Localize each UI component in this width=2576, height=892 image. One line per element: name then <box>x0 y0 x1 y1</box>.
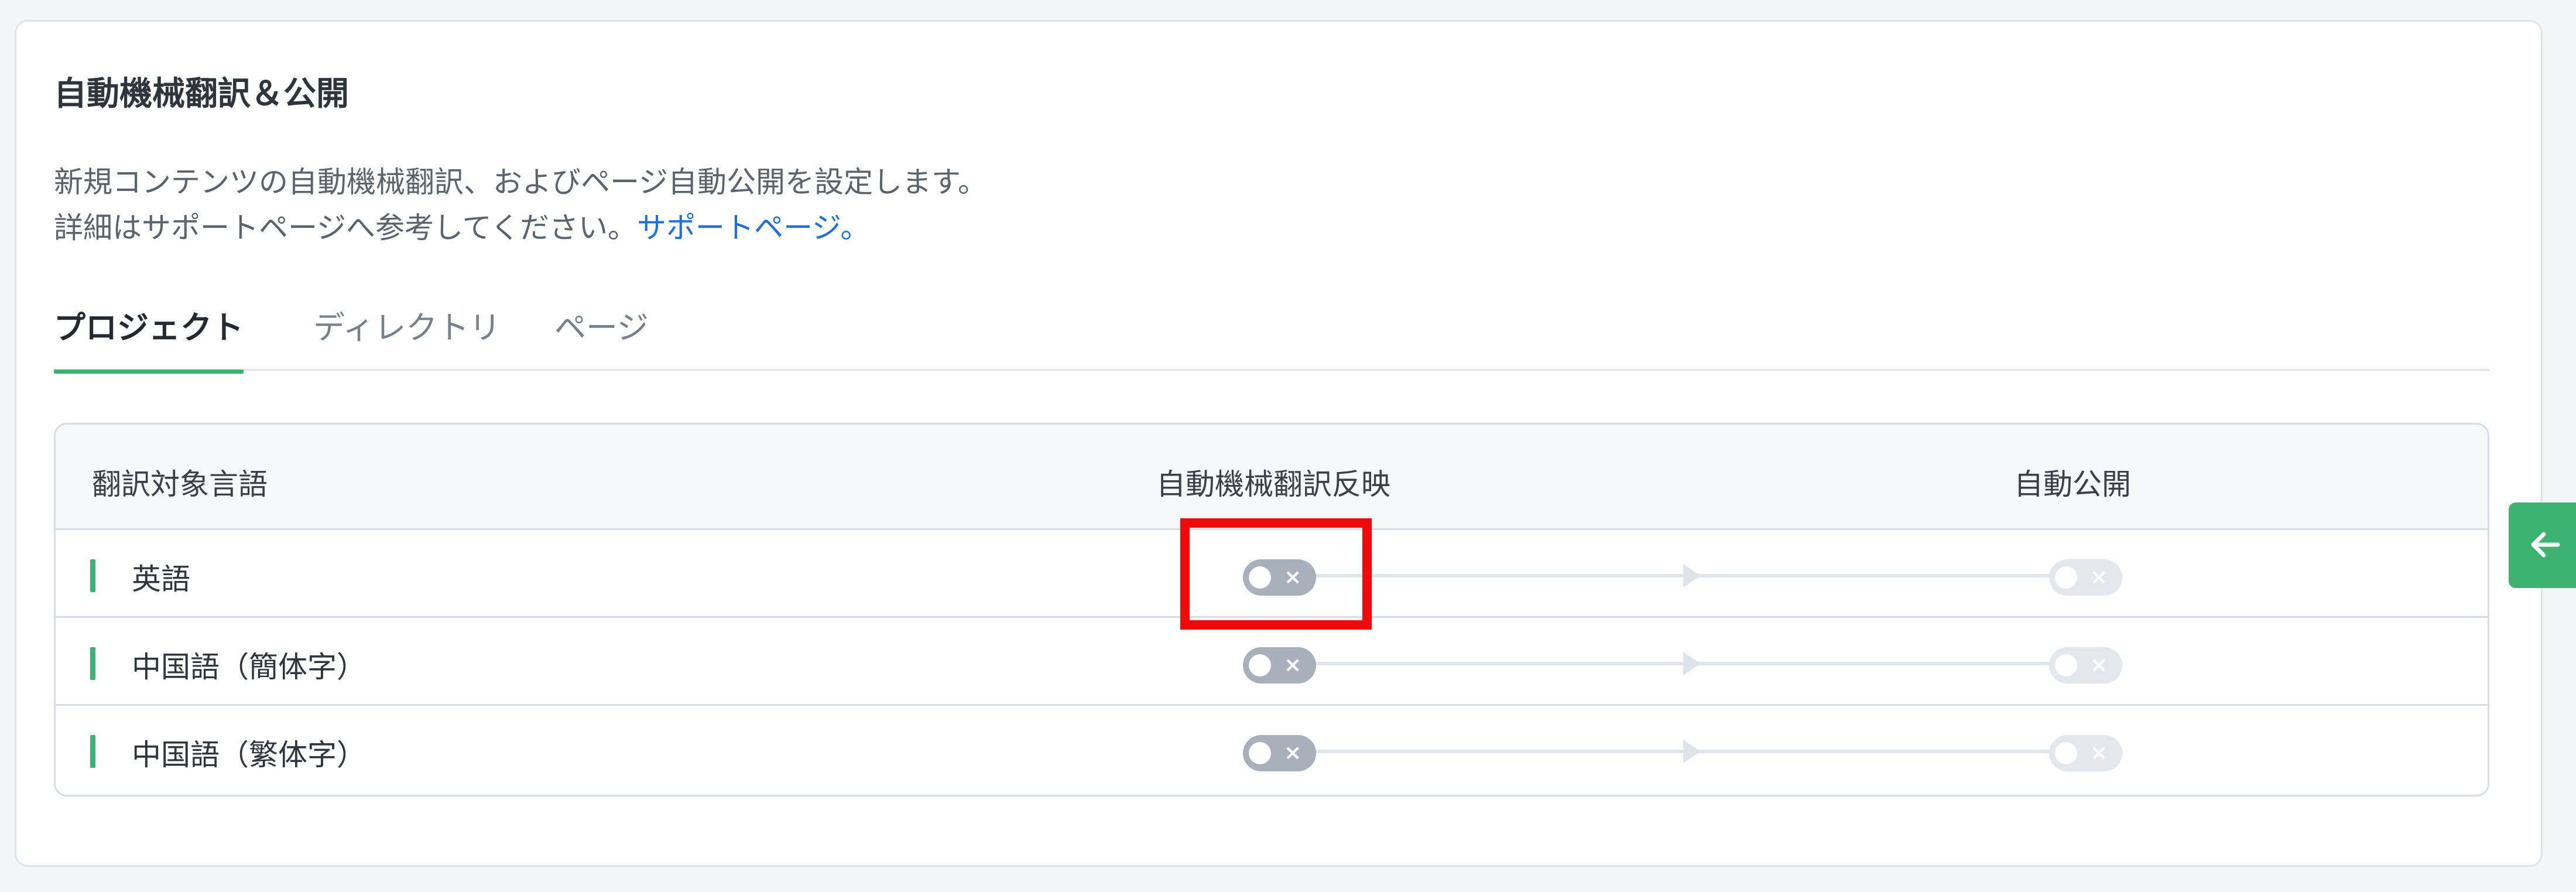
header-auto-publish: 自動公開 <box>2014 467 2131 501</box>
support-page-link[interactable]: サポートページ。 <box>637 211 870 245</box>
auto-publish-toggle[interactable]: × <box>2049 735 2122 771</box>
language-label: 中国語（繁体字） <box>132 738 366 772</box>
flow-arrow-icon <box>1683 652 1701 675</box>
side-panel-button[interactable] <box>2509 503 2576 588</box>
toggle-knob <box>1249 654 1271 676</box>
tab-page[interactable]: ページ <box>554 302 649 371</box>
toggle-off-icon: × <box>2090 653 2108 677</box>
table-row: 中国語（簡体字） × × <box>56 618 2488 706</box>
description-line-2: 詳細はサポートページへ参考してください。サポートページ。 <box>54 205 987 251</box>
highlight-box <box>1180 518 1372 630</box>
toggle-knob <box>2055 654 2077 676</box>
row-marker <box>90 647 95 680</box>
row-marker <box>90 735 95 768</box>
flow-arrow-icon <box>1683 564 1701 587</box>
tab-directory[interactable]: ディレクトリ <box>313 302 501 371</box>
toggle-knob <box>1249 742 1271 764</box>
description-text: 詳細はサポートページへ参考してください。 <box>54 211 637 245</box>
section-title: 自動機械翻訳＆公開 <box>54 75 349 113</box>
toggle-off-icon: × <box>1284 741 1302 765</box>
arrow-left-icon <box>2531 532 2560 558</box>
description-line-1: 新規コンテンツの自動機械翻訳、およびページ自動公開を設定します。 <box>54 165 987 199</box>
toggle-off-icon: × <box>2090 741 2108 765</box>
table-row: 中国語（繁体字） × × <box>56 706 2488 794</box>
auto-publish-toggle[interactable]: × <box>2049 647 2122 683</box>
header-target-language: 翻訳対象言語 <box>92 467 268 501</box>
toggle-knob <box>2055 742 2077 764</box>
language-label: 中国語（簡体字） <box>132 650 366 684</box>
flow-arrow-icon <box>1683 740 1701 763</box>
toggle-off-icon: × <box>2090 565 2108 589</box>
tab-bar: プロジェクト ディレクトリ ページ <box>54 302 2489 374</box>
header-auto-machine-translation: 自動機械翻訳反映 <box>1156 467 1390 501</box>
tab-project[interactable]: プロジェクト <box>54 302 244 374</box>
row-marker <box>90 559 95 592</box>
section-description: 新規コンテンツの自動機械翻訳、およびページ自動公開を設定します。 詳細はサポート… <box>54 159 987 251</box>
table-header: 翻訳対象言語 自動機械翻訳反映 自動公開 <box>56 425 2488 530</box>
language-label: 英語 <box>132 562 190 596</box>
auto-publish-toggle[interactable]: × <box>2049 559 2122 596</box>
auto-mt-toggle[interactable]: × <box>1243 647 1316 683</box>
toggle-off-icon: × <box>1284 653 1302 677</box>
auto-mt-toggle[interactable]: × <box>1243 735 1316 771</box>
toggle-knob <box>2055 566 2077 589</box>
